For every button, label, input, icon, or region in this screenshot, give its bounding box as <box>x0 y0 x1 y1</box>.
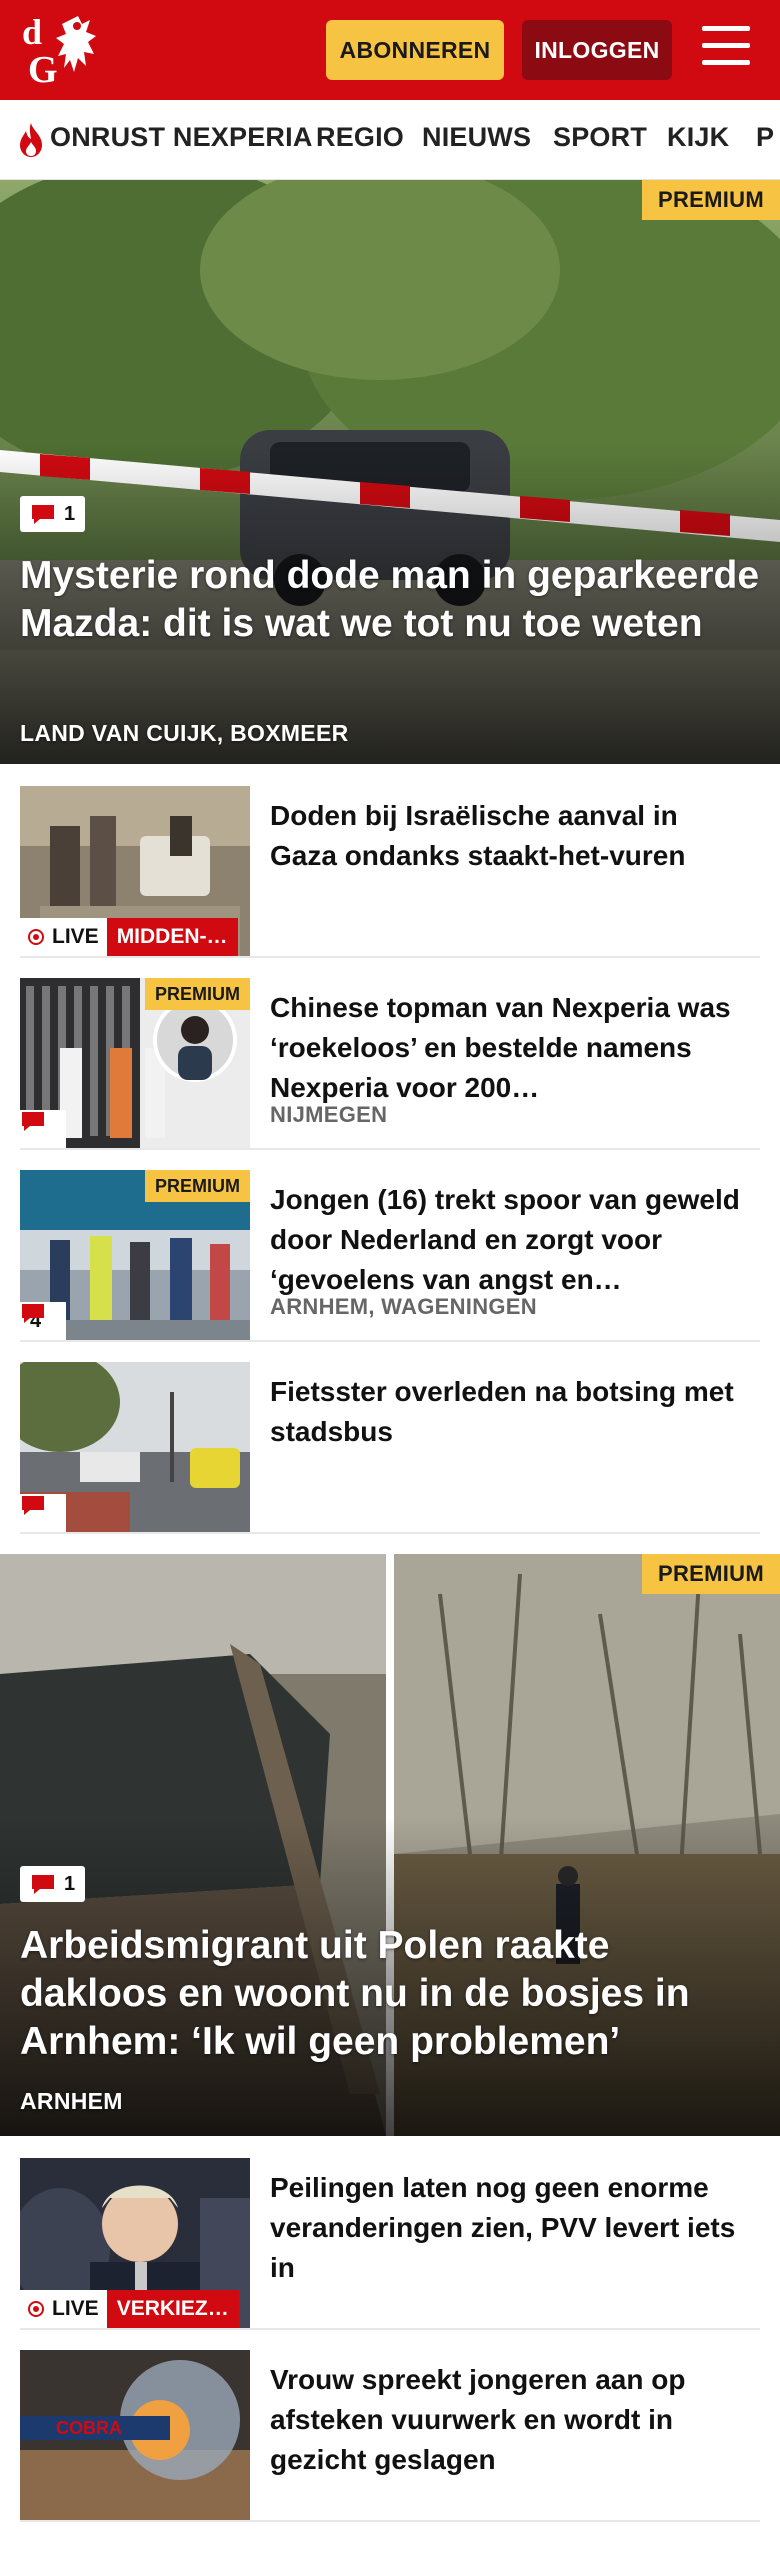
article-thumbnail: COBRA <box>20 2350 250 2520</box>
article-title[interactable]: Jongen (16) trekt spoor van geweld door … <box>270 1180 750 1300</box>
article-vuurwerk[interactable]: COBRA Vrouw spreekt jongeren aan op afst… <box>20 2330 760 2522</box>
flame-icon <box>20 123 42 157</box>
logo-icon: d G <box>22 12 96 91</box>
comment-count[interactable]: 1 <box>20 1866 86 1902</box>
subscribe-button[interactable]: ABONNEREN <box>326 20 504 80</box>
hero-title[interactable]: Mysterie rond dode man in geparkeer­de M… <box>20 552 760 648</box>
article-title[interactable]: Peilingen laten nog geen enorme verander… <box>270 2168 750 2288</box>
section-tag: VERKIEZ… <box>106 2290 239 2328</box>
site-header: d G ABONNEREN INLOGGEN <box>0 0 780 100</box>
article-thumbnail <box>20 1362 250 1532</box>
article-thumbnail: LIVE VERKIEZ… <box>20 2158 250 2328</box>
article-thumbnail: LIVE MIDDEN-… <box>20 786 250 956</box>
live-dot-icon <box>28 2301 44 2317</box>
nav-item-regio[interactable]: REGIO <box>316 122 404 153</box>
article-title[interactable]: Chinese topman van Nexperia was ‘roekelo… <box>270 988 750 1108</box>
nav-item-nieuws[interactable]: NIEUWS <box>422 122 531 153</box>
comment-icon <box>22 1304 44 1323</box>
nav-item-kijk[interactable]: KIJK <box>667 122 729 153</box>
premium-badge: PREMIUM <box>145 978 250 1010</box>
comment-count[interactable]: 1 <box>20 496 86 532</box>
comment-icon <box>32 1875 54 1894</box>
nav-item-sport[interactable]: SPORT <box>553 122 647 153</box>
premium-badge: PREMIUM <box>642 1554 780 1594</box>
nav-item-onrust-nexperia[interactable]: ONRUST NEXPERIA <box>50 122 313 153</box>
logo[interactable]: d G <box>20 10 120 91</box>
comment-count[interactable] <box>20 1494 66 1532</box>
login-button[interactable]: INLOGGEN <box>522 20 672 80</box>
svg-text:d: d <box>22 12 42 52</box>
hamburger-menu-icon[interactable] <box>700 24 752 70</box>
article-jongen[interactable]: PREMIUM 4 Jongen (16) trekt spoor van ge… <box>20 1150 760 1342</box>
article-gaza[interactable]: LIVE MIDDEN-… Doden bij Israëlische aanv… <box>20 766 760 958</box>
hero-title[interactable]: Arbeidsmigrant uit Polen raakte dakloos … <box>20 1922 760 2066</box>
premium-badge: PREMIUM <box>642 180 780 220</box>
comment-count[interactable] <box>20 1110 66 1148</box>
article-nexperia[interactable]: PREMIUM Chinese topman van Nexperia was … <box>20 958 760 1150</box>
article-peilingen[interactable]: LIVE VERKIEZ… Peilingen laten nog geen e… <box>20 2138 760 2330</box>
article-location: NIJMEGEN <box>270 1102 388 1127</box>
comment-icon <box>32 505 54 524</box>
hero-image-crime-scene <box>0 180 780 764</box>
thumb-image-fireworks: COBRA <box>20 2350 250 2520</box>
nav-item-partial[interactable]: P <box>756 122 774 153</box>
svg-text:G: G <box>28 49 58 90</box>
article-title[interactable]: Doden bij Israëlische aanval in Gaza ond… <box>270 796 750 876</box>
article-thumbnail: PREMIUM 4 <box>20 1170 250 1340</box>
cobra-label: COBRA <box>56 2418 122 2438</box>
section-tag: MIDDEN-… <box>106 918 238 956</box>
comment-icon <box>22 1112 44 1131</box>
hero-location: ARNHEM <box>20 2088 123 2114</box>
premium-badge: PREMIUM <box>145 1170 250 1202</box>
live-badge: LIVE VERKIEZ… <box>20 2290 239 2328</box>
comment-count[interactable]: 4 <box>20 1302 66 1340</box>
hero-location: LAND VAN CUIJK, BOXMEER <box>20 720 349 746</box>
live-dot-icon <box>28 929 44 945</box>
main-nav: ONRUST NEXPERIA REGIO NIEUWS SPORT KIJK … <box>0 100 780 180</box>
article-title[interactable]: Fietsster overleden na botsing met stads… <box>270 1372 750 1452</box>
hero-article-arbeidsmigrant[interactable]: PREMIUM 1 Arbeidsmigrant uit Polen raakt… <box>0 1554 780 2136</box>
article-title[interactable]: Vrouw spreekt jongeren aan op afsteken v… <box>270 2360 750 2480</box>
article-fietsster[interactable]: Fietsster overleden na botsing met stads… <box>20 1342 760 1534</box>
live-badge: LIVE MIDDEN-… <box>20 918 238 956</box>
comment-icon <box>22 1496 44 1515</box>
hero-article-mazda[interactable]: PREMIUM 1 Mysterie rond dode man in gepa… <box>0 180 780 764</box>
article-thumbnail: PREMIUM <box>20 978 250 1148</box>
article-location: ARNHEM, WAGENINGEN <box>270 1294 537 1319</box>
